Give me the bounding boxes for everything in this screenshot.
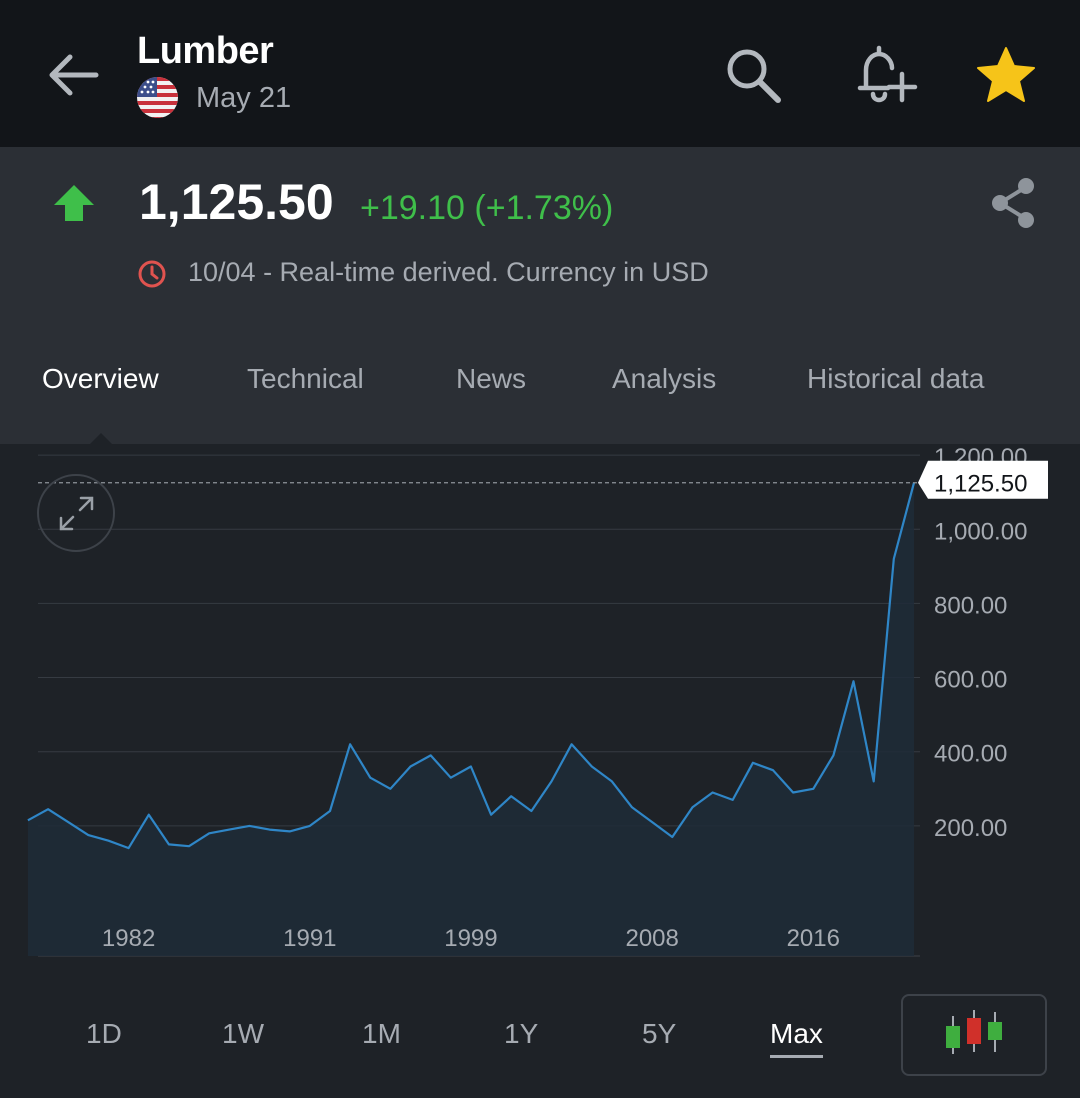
fullscreen-button[interactable] xyxy=(37,474,115,552)
y-tick-label: 600.00 xyxy=(934,667,1007,694)
series-area xyxy=(27,482,914,956)
instrument-title: Lumber xyxy=(137,30,274,72)
y-tick-label: 1,000.00 xyxy=(934,518,1027,545)
price-change: +19.10 (+1.73%) xyxy=(360,189,614,227)
price-chart-svg: 1,200.001,000.00800.00600.00400.00200.00… xyxy=(27,444,1048,957)
clock-icon xyxy=(137,259,167,289)
star-icon xyxy=(977,47,1035,102)
x-tick-label: 1991 xyxy=(283,925,336,952)
y-tick-label: 400.00 xyxy=(934,741,1007,768)
top-app-bar: Lumber May 21 xyxy=(0,0,1080,147)
tab-overview[interactable]: Overview xyxy=(42,363,159,395)
back-button[interactable] xyxy=(44,48,102,102)
range-5y[interactable]: 5Y xyxy=(642,1018,676,1050)
search-button[interactable] xyxy=(722,44,784,106)
arrow-up-icon xyxy=(52,183,96,223)
range-1w[interactable]: 1W xyxy=(222,1018,264,1050)
y-tick-label: 200.00 xyxy=(934,815,1007,842)
time-range-selector: 1D 1W 1M 1Y 5Y Max xyxy=(0,984,1080,1098)
share-button[interactable] xyxy=(986,175,1042,231)
add-alert-button[interactable] xyxy=(852,42,918,106)
share-icon xyxy=(992,178,1034,228)
x-tick-label: 1982 xyxy=(102,925,155,952)
x-tick-label: 1999 xyxy=(444,925,497,952)
watchlist-star-button[interactable] xyxy=(974,44,1038,106)
x-tick-label: 2016 xyxy=(787,925,840,952)
us-flag-icon xyxy=(137,77,178,118)
tab-news[interactable]: News xyxy=(456,363,526,395)
quote-status-text: 10/04 - Real-time derived. Currency in U… xyxy=(188,257,709,287)
tab-historical-data[interactable]: Historical data xyxy=(807,363,984,395)
x-tick-label: 2008 xyxy=(625,925,678,952)
quote-panel: 1,125.50 +19.10 (+1.73%) 10/04 - Real-ti… xyxy=(0,147,1080,315)
range-max[interactable]: Max xyxy=(770,1018,823,1058)
tab-technical[interactable]: Technical xyxy=(247,363,364,395)
arrow-left-icon xyxy=(49,54,99,96)
range-1m[interactable]: 1M xyxy=(362,1018,401,1050)
tab-analysis[interactable]: Analysis xyxy=(612,363,716,395)
last-price-label: 1,125.50 xyxy=(934,471,1027,498)
expand-icon xyxy=(59,496,94,531)
range-1d[interactable]: 1D xyxy=(86,1018,122,1050)
price-chart[interactable]: 1,200.00 1,000.00 800.00 600.00 400.00 200.00… xyxy=(0,444,1080,984)
chart-type-button[interactable] xyxy=(901,994,1047,1076)
y-tick-label: 800.00 xyxy=(934,592,1007,619)
contract-month: May 21 xyxy=(196,82,292,114)
last-price: 1,125.50 xyxy=(139,174,334,230)
range-1y[interactable]: 1Y xyxy=(504,1018,538,1050)
candlestick-icon xyxy=(946,1010,1002,1054)
search-icon xyxy=(727,49,781,103)
section-tabs: Overview Technical News Analysis Histori… xyxy=(0,315,1080,445)
bell-plus-icon xyxy=(857,45,918,103)
